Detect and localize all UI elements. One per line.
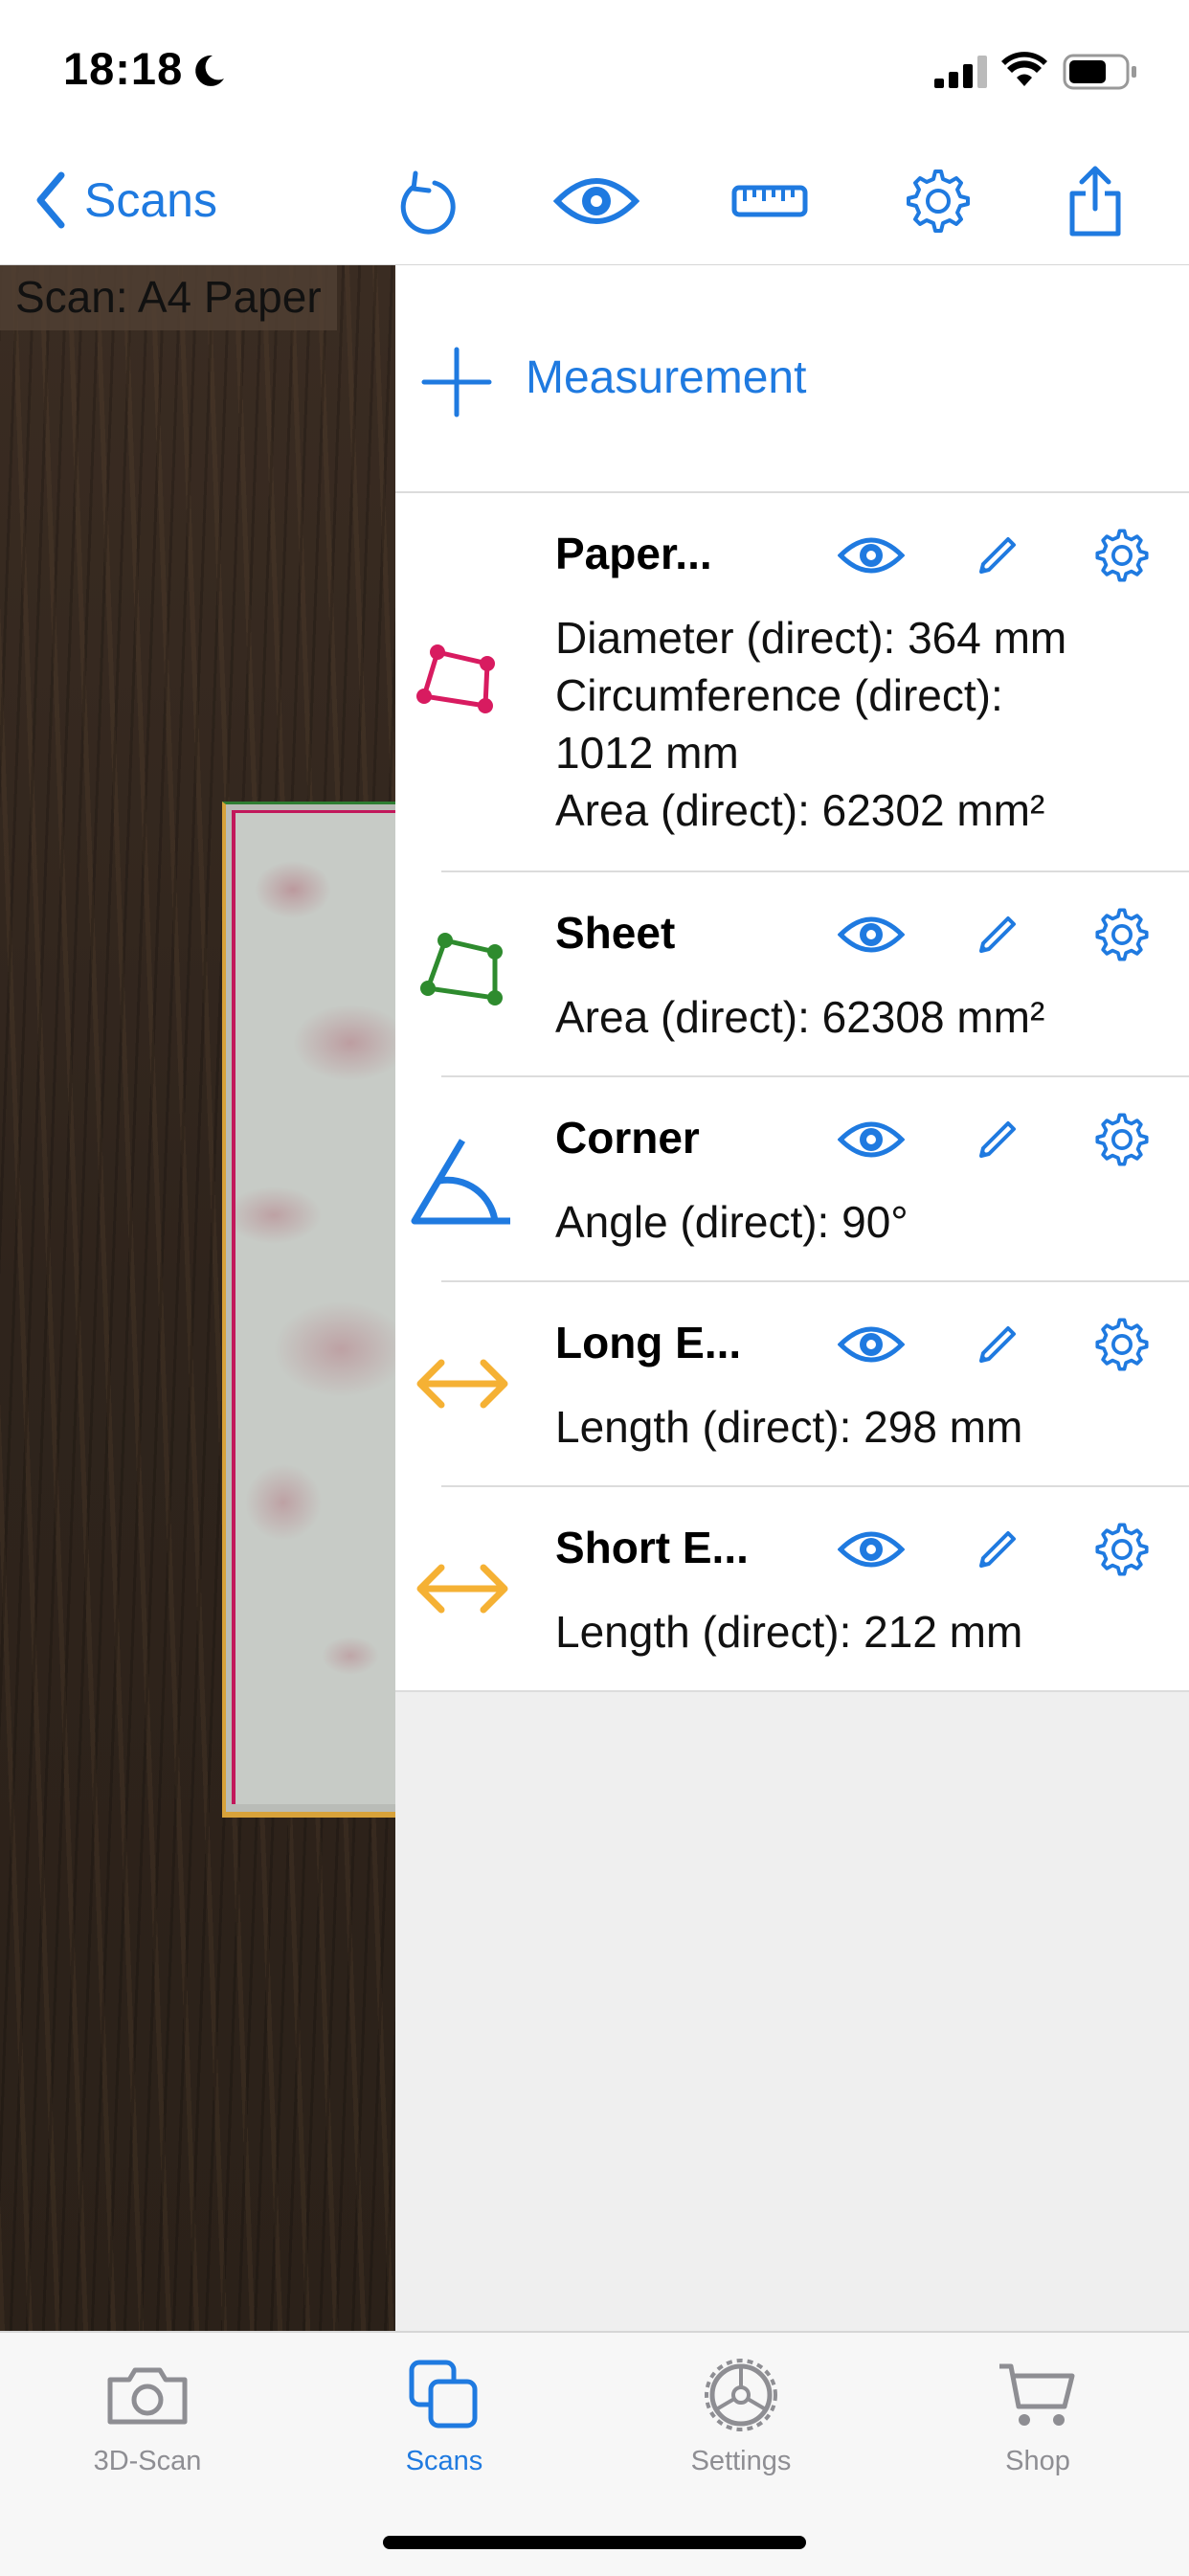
home-indicator bbox=[383, 2536, 806, 2549]
measurement-row[interactable]: Long E... Length (direct): 298 mm bbox=[395, 1282, 1189, 1487]
share-icon bbox=[1069, 166, 1121, 237]
toggle-visibility-button[interactable] bbox=[838, 522, 905, 589]
moon-icon bbox=[195, 55, 224, 86]
eye-icon bbox=[838, 1531, 905, 1568]
tab-3d-scan[interactable]: 3D-Scan bbox=[52, 2352, 243, 2496]
navigation-bar: Scans bbox=[0, 134, 1189, 266]
measurement-settings-button[interactable] bbox=[1088, 1311, 1155, 1378]
add-measurement-button[interactable]: Measurement bbox=[395, 265, 1189, 493]
pencil-icon bbox=[979, 916, 1016, 953]
eye-icon bbox=[553, 178, 639, 224]
measurement-value: Length (direct): 298 mm bbox=[555, 1402, 1023, 1452]
eye-icon bbox=[838, 1121, 905, 1158]
measurement-value: Diameter (direct): 364 mm bbox=[555, 613, 1067, 663]
polygon-shape-icon bbox=[416, 644, 495, 713]
scans-icon bbox=[409, 2360, 478, 2429]
double-arrow-icon bbox=[416, 1564, 508, 1614]
edit-button[interactable] bbox=[964, 1516, 1031, 1583]
cellular-signal-icon bbox=[934, 56, 987, 88]
row-divider bbox=[395, 1690, 1189, 1692]
edit-button[interactable] bbox=[964, 901, 1031, 968]
eye-icon bbox=[838, 1326, 905, 1363]
plus-icon bbox=[421, 347, 492, 418]
measurement-row[interactable]: Short E... Length (direct): 212 mm bbox=[395, 1487, 1189, 1692]
tab-settings[interactable]: Settings bbox=[645, 2352, 837, 2496]
measurement-row[interactable]: Paper... Diameter (direct): 364 mm Circu… bbox=[395, 493, 1189, 872]
battery-icon bbox=[1063, 54, 1136, 90]
measurement-title: Corner bbox=[555, 1113, 700, 1163]
measurement-value: Area (direct): 62308 mm² bbox=[555, 992, 1045, 1042]
measurement-settings-button[interactable] bbox=[1088, 522, 1155, 589]
toggle-visibility-button[interactable] bbox=[838, 1516, 905, 1583]
back-button-label: Scans bbox=[84, 173, 217, 227]
scanned-paper bbox=[222, 802, 395, 1818]
scan-3d-view[interactable]: Scan: A4 Paper bbox=[0, 265, 395, 2331]
back-button[interactable]: Scans bbox=[34, 167, 217, 234]
edit-button[interactable] bbox=[964, 522, 1031, 589]
gear-icon bbox=[1095, 1523, 1149, 1576]
paper-surface bbox=[232, 810, 395, 1804]
camera-icon bbox=[107, 2367, 188, 2425]
tab-shop[interactable]: Shop bbox=[942, 2352, 1133, 2496]
measurement-row[interactable]: Corner Angle (direct): 90° bbox=[395, 1077, 1189, 1282]
measurement-settings-button[interactable] bbox=[1088, 1516, 1155, 1583]
edit-button[interactable] bbox=[964, 1106, 1031, 1173]
pencil-icon bbox=[979, 1326, 1016, 1363]
gear-icon bbox=[1095, 529, 1149, 582]
settings-button[interactable] bbox=[900, 163, 976, 239]
measurement-title: Paper... bbox=[555, 529, 712, 578]
toggle-visibility-button[interactable] bbox=[838, 1311, 905, 1378]
status-time: 18:18 bbox=[63, 43, 184, 94]
measurement-value: 1012 mm bbox=[555, 728, 739, 778]
eye-icon bbox=[838, 537, 905, 574]
settings-icon bbox=[705, 2359, 777, 2431]
measurement-value: Circumference (direct): bbox=[555, 670, 1003, 720]
measurement-row[interactable]: Sheet Area (direct): 62308 mm² bbox=[395, 872, 1189, 1077]
tab-label: Shop bbox=[1005, 2446, 1070, 2476]
status-bar: 18:18 bbox=[0, 0, 1189, 134]
undo-button[interactable] bbox=[387, 163, 463, 239]
measurement-value: Angle (direct): 90° bbox=[555, 1197, 909, 1247]
scan-label: Scan: A4 Paper bbox=[0, 265, 337, 330]
gear-icon bbox=[1095, 1113, 1149, 1166]
ruler-icon bbox=[731, 185, 808, 217]
gear-icon bbox=[907, 169, 970, 233]
measurement-settings-button[interactable] bbox=[1088, 1106, 1155, 1173]
double-arrow-icon bbox=[416, 1359, 508, 1409]
visibility-button[interactable] bbox=[553, 163, 639, 239]
measurement-settings-button[interactable] bbox=[1088, 901, 1155, 968]
polygon-shape-icon bbox=[420, 933, 503, 1006]
measurement-title: Sheet bbox=[555, 908, 676, 958]
pencil-icon bbox=[979, 1121, 1016, 1158]
toggle-visibility-button[interactable] bbox=[838, 901, 905, 968]
add-measurement-label: Measurement bbox=[526, 352, 807, 403]
edit-button[interactable] bbox=[964, 1311, 1031, 1378]
pencil-icon bbox=[979, 1531, 1016, 1568]
measurement-value: Area (direct): 62302 mm² bbox=[555, 785, 1045, 835]
pencil-icon bbox=[979, 537, 1016, 574]
share-button[interactable] bbox=[1057, 163, 1133, 239]
undo-icon bbox=[400, 170, 456, 235]
tab-label: Scans bbox=[405, 2446, 483, 2476]
tab-label: 3D-Scan bbox=[93, 2446, 202, 2476]
ruler-button[interactable] bbox=[731, 163, 808, 239]
angle-shape-icon bbox=[411, 1139, 510, 1225]
cart-icon bbox=[999, 2363, 1075, 2426]
tab-scans[interactable]: Scans bbox=[348, 2352, 540, 2496]
chevron-left-icon bbox=[36, 171, 65, 229]
measurement-title: Long E... bbox=[555, 1318, 742, 1367]
measurement-value: Length (direct): 212 mm bbox=[555, 1607, 1023, 1657]
measurement-title: Short E... bbox=[555, 1523, 749, 1572]
wifi-icon bbox=[1001, 52, 1047, 86]
tab-label: Settings bbox=[690, 2446, 792, 2476]
eye-icon bbox=[838, 916, 905, 953]
toggle-visibility-button[interactable] bbox=[838, 1106, 905, 1173]
gear-icon bbox=[1095, 1318, 1149, 1371]
gear-icon bbox=[1095, 908, 1149, 961]
